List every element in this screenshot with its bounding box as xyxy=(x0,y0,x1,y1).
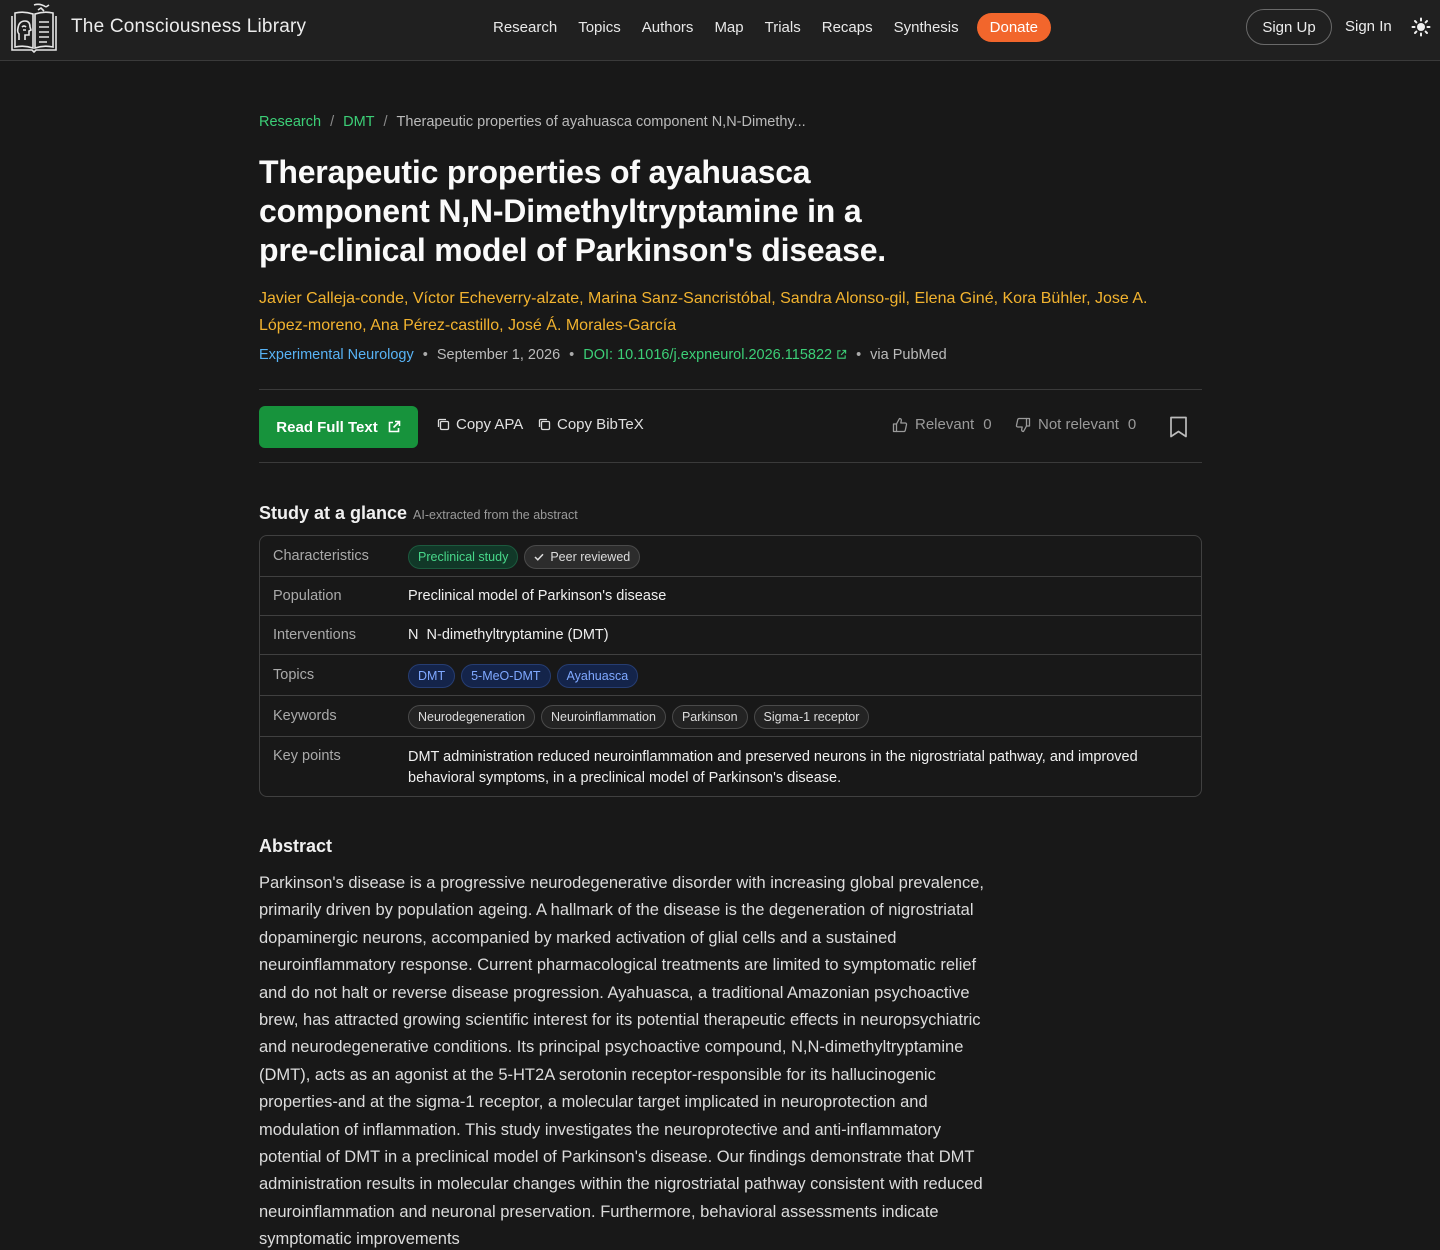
interventions-value: N N-dimethyltryptamine (DMT) xyxy=(408,627,609,643)
thumbs-down-icon xyxy=(1015,417,1031,432)
main-nav-links: Research Topics Authors Map Trials Recap… xyxy=(493,12,1052,42)
relevant-button[interactable]: Relevant 0 xyxy=(892,416,992,433)
breadcrumb-separator: / xyxy=(330,114,335,130)
relevant-count: 0 xyxy=(983,416,992,433)
journal-link[interactable]: Experimental Neurology xyxy=(259,347,414,363)
nav-link-topics[interactable]: Topics xyxy=(578,19,621,36)
not-relevant-button[interactable]: Not relevant 0 xyxy=(1015,416,1136,433)
peer-reviewed-badge: Peer reviewed xyxy=(524,545,641,569)
copy-icon xyxy=(538,418,551,431)
page-title: Therapeutic properties of ayahuasca comp… xyxy=(259,154,886,268)
topic-chip-dmt[interactable]: DMT xyxy=(408,664,456,688)
key-points-value: DMT administration reduced neuroinflamma… xyxy=(408,749,1138,786)
book-head-logo-icon[interactable] xyxy=(8,2,60,54)
keyword-chip[interactable]: Parkinson xyxy=(671,705,748,729)
nav-link-research[interactable]: Research xyxy=(493,19,557,36)
breadcrumb-research[interactable]: Research xyxy=(259,114,321,130)
breadcrumb-current: Therapeutic properties of ayahuasca comp… xyxy=(396,114,806,130)
keyword-chips: Neurodegeneration Neuroinflammation Park… xyxy=(408,705,875,729)
external-link-icon xyxy=(388,420,401,433)
publication-meta: Experimental Neurology • September 1, 20… xyxy=(259,347,947,363)
table-row: Key points DMT administration reduced ne… xyxy=(260,737,1201,796)
row-label: Topics xyxy=(273,667,315,683)
study-glance-header: Study at a glance AI-extracted from the a… xyxy=(259,503,578,524)
author-link[interactable]: Víctor Echeverry-alzate xyxy=(413,290,579,307)
breadcrumb-dmt[interactable]: DMT xyxy=(343,114,374,130)
check-icon xyxy=(534,553,544,561)
divider xyxy=(259,462,1202,463)
top-navbar: The Consciousness Library Research Topic… xyxy=(0,0,1440,61)
nav-link-synthesis[interactable]: Synthesis xyxy=(894,19,959,36)
row-label: Population xyxy=(273,588,342,604)
topic-chip-ayahuasca[interactable]: Ayahuasca xyxy=(556,664,639,688)
doi-link[interactable]: DOI: 10.1016/j.expneurol.2026.115822 xyxy=(583,347,847,363)
doi-text: DOI: 10.1016/j.expneurol.2026.115822 xyxy=(583,347,833,363)
topic-chip-5meo-dmt[interactable]: 5-MeO-DMT xyxy=(461,664,551,688)
keyword-chip[interactable]: Neuroinflammation xyxy=(541,705,666,729)
author-link[interactable]: Marina Sanz-Sancristóbal xyxy=(588,290,771,307)
bookmark-icon[interactable] xyxy=(1169,416,1188,438)
copy-bibtex-button[interactable]: Copy BibTeX xyxy=(538,416,644,433)
meta-separator: • xyxy=(569,347,575,363)
meta-separator: • xyxy=(422,347,428,363)
nav-link-recaps[interactable]: Recaps xyxy=(822,19,873,36)
source-label: via PubMed xyxy=(870,347,947,363)
row-label: Characteristics xyxy=(273,548,369,564)
nav-link-trials[interactable]: Trials xyxy=(765,19,801,36)
sign-in-link[interactable]: Sign In xyxy=(1345,18,1392,35)
author-link[interactable]: Javier Calleja-conde xyxy=(259,290,404,307)
site-brand-name[interactable]: The Consciousness Library xyxy=(71,16,306,38)
author-link[interactable]: Sandra Alonso-gil xyxy=(780,290,905,307)
publication-date: September 1, 2026 xyxy=(436,347,561,363)
population-value: Preclinical model of Parkinson's disease xyxy=(408,588,667,604)
copy-bibtex-label: Copy BibTeX xyxy=(557,416,644,433)
divider xyxy=(259,389,1202,390)
peer-reviewed-label: Peer reviewed xyxy=(550,550,631,564)
preclinical-study-badge: Preclinical study xyxy=(408,545,519,569)
breadcrumb: Research / DMT / Therapeutic properties … xyxy=(259,114,806,130)
sign-up-button[interactable]: Sign Up xyxy=(1246,9,1332,45)
theme-toggle-sun-icon[interactable] xyxy=(1411,17,1431,37)
author-link[interactable]: Kora Bühler xyxy=(1003,290,1087,307)
copy-apa-label: Copy APA xyxy=(456,416,524,433)
table-row: Interventions N N-dimethyltryptamine (DM… xyxy=(260,616,1201,655)
copy-apa-button[interactable]: Copy APA xyxy=(437,416,523,433)
study-glance-title: Study at a glance xyxy=(259,503,408,523)
table-row: Population Preclinical model of Parkinso… xyxy=(260,577,1201,616)
characteristics-chips: Preclinical study Peer reviewed xyxy=(408,545,646,569)
study-glance-table: Characteristics Preclinical study Peer r… xyxy=(259,535,1202,797)
nav-link-map[interactable]: Map xyxy=(714,19,743,36)
row-label: Interventions xyxy=(273,627,357,643)
thumbs-up-icon xyxy=(892,417,908,432)
abstract-heading: Abstract xyxy=(259,836,333,856)
keyword-chip[interactable]: Neurodegeneration xyxy=(408,705,536,729)
read-full-text-label: Read Full Text xyxy=(276,418,378,436)
author-link[interactable]: Elena Giné xyxy=(914,290,993,307)
author-link[interactable]: José Á. Morales-García xyxy=(508,317,676,334)
donate-button[interactable]: Donate xyxy=(976,12,1052,42)
topic-chips: DMT 5-MeO-DMT Ayahuasca xyxy=(408,664,644,688)
read-full-text-button[interactable]: Read Full Text xyxy=(259,406,418,448)
row-label: Key points xyxy=(273,748,341,764)
meta-separator: • xyxy=(856,347,862,363)
breadcrumb-separator: / xyxy=(383,114,388,130)
table-row: Keywords Neurodegeneration Neuroinflamma… xyxy=(260,696,1201,737)
nav-link-authors[interactable]: Authors xyxy=(642,19,694,36)
external-link-icon xyxy=(837,349,847,359)
study-glance-subtitle: AI-extracted from the abstract xyxy=(413,508,578,522)
not-relevant-label: Not relevant xyxy=(1038,416,1119,433)
copy-icon xyxy=(437,418,450,431)
table-row: Topics DMT 5-MeO-DMT Ayahuasca xyxy=(260,655,1201,696)
abstract-text: Parkinson's disease is a progressive neu… xyxy=(259,874,984,1249)
table-row: Characteristics Preclinical study Peer r… xyxy=(260,536,1201,577)
author-list: Javier Calleja-conde, Víctor Echeverry-a… xyxy=(259,290,1148,334)
keyword-chip[interactable]: Sigma-1 receptor xyxy=(753,705,870,729)
author-link[interactable]: Ana Pérez-castillo xyxy=(370,317,499,334)
not-relevant-count: 0 xyxy=(1127,416,1137,433)
row-label: Keywords xyxy=(273,708,337,724)
relevant-label: Relevant xyxy=(915,416,975,433)
